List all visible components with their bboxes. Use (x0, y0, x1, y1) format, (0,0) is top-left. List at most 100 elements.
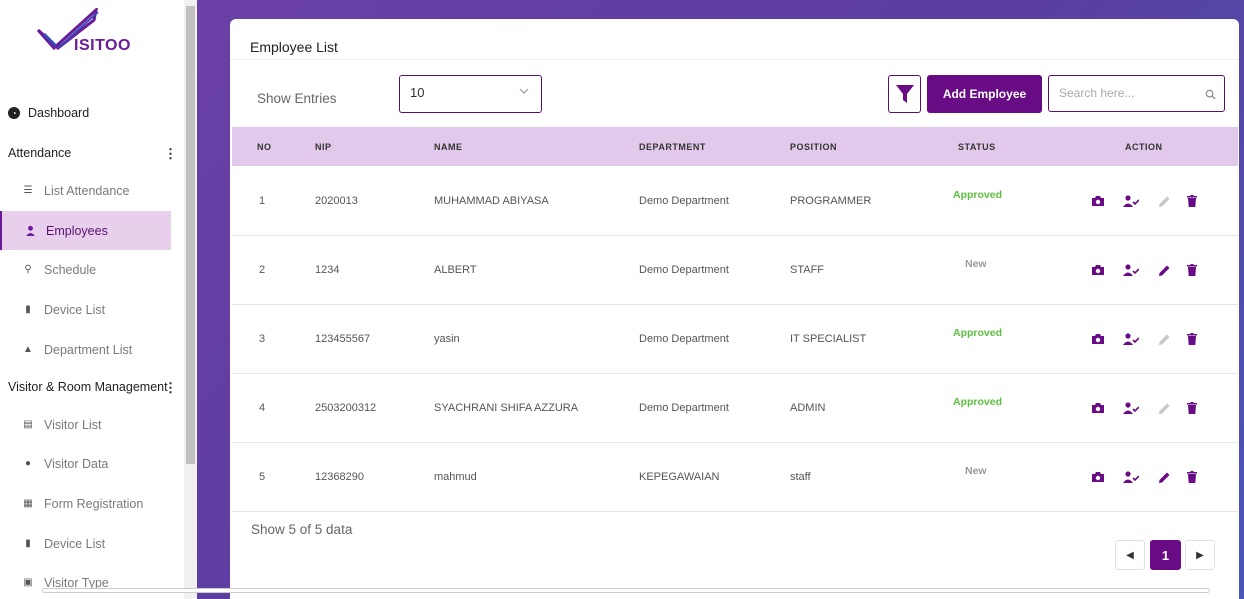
cell-nip: 2020013 (315, 195, 358, 207)
sidebar-item-dashboard[interactable]: ◔ Dashboard (8, 106, 89, 120)
sidebar-item-label: Form Registration (44, 496, 144, 511)
person-check-icon[interactable] (1123, 305, 1139, 373)
col-nip: NIP (315, 141, 332, 152)
cell-name: yasin (434, 333, 460, 345)
edit-icon[interactable] (1158, 236, 1171, 304)
section-title: Visitor & Room Management (8, 380, 168, 394)
filter-icon (895, 85, 914, 103)
cell-name: ALBERT (434, 264, 477, 276)
sidebar-item-label: Employees (46, 223, 108, 238)
cell-name: MUHAMMAD ABIYASA (434, 195, 549, 207)
camera-icon[interactable] (1091, 305, 1105, 373)
entries-summary: Show 5 of 5 data (251, 522, 353, 537)
section-title: Attendance (8, 146, 72, 160)
search-input[interactable] (1049, 76, 1189, 109)
status-badge: Approved (953, 396, 1003, 408)
sidebar-item-label: List Attendance (44, 183, 130, 198)
device-icon: ▮ (25, 304, 31, 315)
camera-icon[interactable] (1091, 374, 1105, 442)
edit-icon[interactable] (1158, 443, 1171, 511)
col-position: POSITION (790, 141, 838, 152)
person-check-icon[interactable] (1123, 236, 1139, 304)
cell-department: Demo Department (639, 264, 729, 276)
cell-nip: 12368290 (315, 471, 364, 483)
page-title: Employee List (250, 39, 338, 55)
person-check-icon[interactable] (1123, 443, 1139, 511)
sidebar-item-visitor-list[interactable]: ▤ Visitor List (0, 405, 171, 444)
camera-icon[interactable] (1091, 236, 1105, 304)
sidebar-item-form-registration[interactable]: ▦ Form Registration (0, 484, 171, 523)
sidebar-item-device-list[interactable]: ▮ Device List (0, 290, 171, 329)
table-row: 4 2503200312 SYACHRANI SHIFA AZZURA Demo De… (232, 374, 1238, 443)
sidebar-item-label: Department List (44, 342, 133, 357)
status-badge: New (965, 258, 987, 270)
sidebar-item-department-list[interactable]: ▲ Department List (0, 330, 171, 369)
status-badge: Approved (953, 189, 1003, 201)
more-vert-icon[interactable]: ⋮ (164, 380, 177, 396)
sidebar: ISITOO ◔ Dashboard Attendance ⋮ ☰ List A… (0, 0, 184, 599)
sidebar-item-label: Schedule (44, 262, 97, 277)
id-card-icon: ▤ (23, 419, 33, 430)
more-vert-icon[interactable]: ⋮ (164, 146, 177, 162)
caret-right-icon: ▶ (1196, 549, 1204, 561)
next-page-button[interactable]: ▶ (1185, 540, 1215, 570)
delete-icon[interactable] (1187, 167, 1197, 235)
list-icon: ☰ (23, 185, 33, 196)
cell-name: SYACHRANI SHIFA AZZURA (434, 402, 579, 414)
col-department: DEPARTMENT (639, 141, 706, 152)
person-check-icon[interactable] (1123, 167, 1139, 235)
cell-department: Demo Department (639, 195, 729, 207)
dashboard-icon: ◔ (8, 107, 20, 119)
delete-icon[interactable] (1187, 236, 1197, 304)
status-badge: Approved (953, 327, 1003, 339)
search-box[interactable] (1048, 75, 1225, 112)
chevron-down-icon (519, 86, 529, 97)
sidebar-item-label: Device List (44, 302, 106, 317)
add-employee-button[interactable]: Add Employee (927, 75, 1042, 113)
table-header: NO NIP NAME DEPARTMENT POSITION STATUS A… (232, 127, 1238, 166)
cell-no: 3 (259, 333, 266, 345)
cell-position: PROGRAMMER (790, 195, 872, 207)
prev-page-button[interactable]: ◀ (1115, 540, 1145, 570)
col-action: ACTION (1125, 141, 1163, 152)
cell-nip: 1234 (315, 264, 340, 276)
table-row: 5 12368290 mahmud KEPEGAWAIAN staff New (232, 443, 1238, 512)
entries-select[interactable]: 10 (399, 75, 542, 113)
cell-name: mahmud (434, 471, 477, 483)
shapes-icon: ▲ (23, 344, 33, 355)
camera-icon[interactable] (1091, 167, 1105, 235)
visitor-data-icon: ● (24, 458, 32, 469)
cell-position: ADMIN (790, 402, 826, 414)
filter-button[interactable] (888, 75, 921, 113)
divider (230, 59, 1239, 60)
delete-icon[interactable] (1187, 374, 1197, 442)
person-icon (24, 225, 36, 237)
schedule-icon: ⚲ (24, 264, 32, 275)
person-check-icon[interactable] (1123, 374, 1139, 442)
horizontal-scrollbar-thumb[interactable] (42, 588, 1210, 593)
sidebar-item-list-attendance[interactable]: ☰ List Attendance (0, 171, 171, 210)
col-name: NAME (434, 141, 463, 152)
table-row: 1 2020013 MUHAMMAD ABIYASA Demo Department P… (232, 167, 1238, 236)
logo-text: ISITOO (74, 37, 131, 54)
section-attendance[interactable]: Attendance (8, 146, 71, 160)
edit-icon (1158, 167, 1171, 235)
page-1-button[interactable]: 1 (1150, 540, 1181, 570)
sidebar-item-schedule[interactable]: ⚲ Schedule (0, 250, 171, 289)
sidebar-item-label: Visitor Data (44, 456, 109, 471)
horizontal-scrollbar[interactable] (0, 586, 1244, 599)
cell-department: KEPEGAWAIAN (639, 471, 720, 483)
sidebar-item-device-list-2[interactable]: ▮ Device List (0, 524, 171, 563)
delete-icon[interactable] (1187, 443, 1197, 511)
sidebar-item-employees[interactable]: Employees (0, 211, 171, 250)
section-visitor-room[interactable]: Visitor & Room Management (8, 380, 168, 394)
employee-list-card: Employee List Show Entries 10 Add Employ… (230, 19, 1239, 599)
sidebar-scrollbar-thumb[interactable] (186, 6, 195, 464)
delete-icon[interactable] (1187, 305, 1197, 373)
cell-position: staff (790, 471, 811, 483)
form-icon: ▦ (23, 498, 33, 509)
caret-left-icon: ◀ (1126, 549, 1134, 561)
table-row: 3 123455567 yasin Demo Department IT SPECIAL… (232, 305, 1238, 374)
camera-icon[interactable] (1091, 443, 1105, 511)
sidebar-item-visitor-data[interactable]: ● Visitor Data (0, 444, 171, 483)
